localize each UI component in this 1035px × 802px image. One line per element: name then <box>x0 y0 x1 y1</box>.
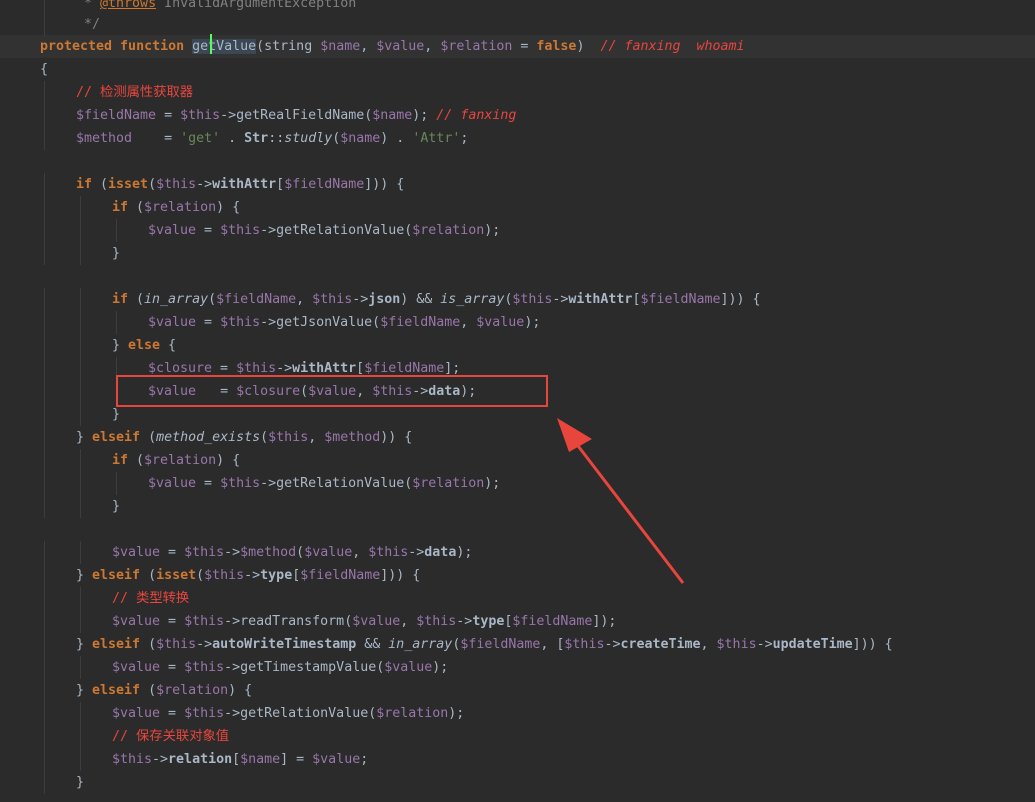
arrow-head <box>557 418 592 452</box>
annotation-arrow <box>557 418 685 584</box>
arrow-shaft <box>570 437 685 584</box>
code-editor[interactable]: * @throws InvalidArgumentException */pro… <box>0 0 1035 802</box>
